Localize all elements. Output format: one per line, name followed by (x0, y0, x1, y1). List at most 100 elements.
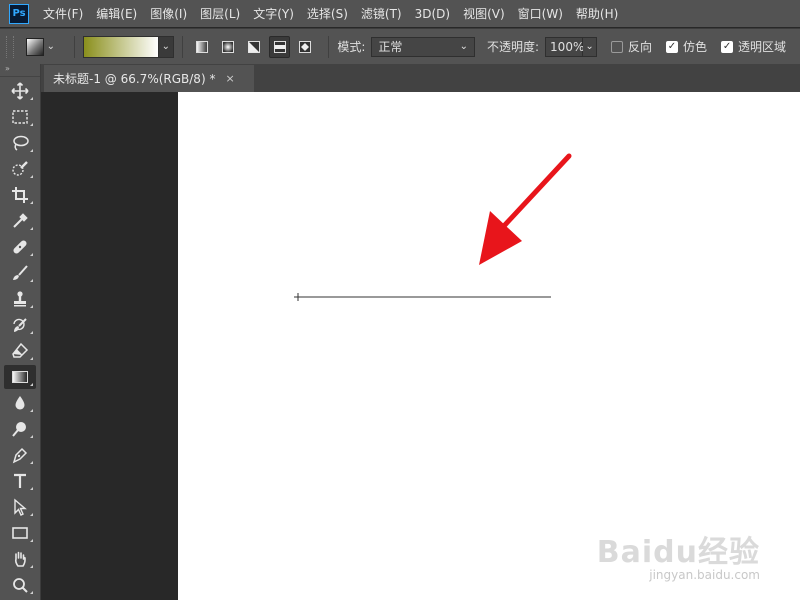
menu-edit[interactable]: 编辑(E) (96, 5, 137, 22)
rectangle-tool-icon (12, 527, 28, 539)
gradient-preview-bar[interactable] (82, 35, 159, 58)
history-brush-tool-icon (13, 318, 27, 332)
move-tool[interactable] (4, 79, 36, 103)
gradient-editor[interactable]: ⌄ (82, 35, 174, 58)
eyedropper-tool[interactable] (4, 209, 36, 233)
pen-tool[interactable] (4, 443, 36, 467)
brush-tool-icon (13, 265, 28, 280)
blend-mode-value: 正常 (378, 40, 403, 54)
tool-preset-picker-icon[interactable] (25, 37, 44, 56)
document-canvas[interactable]: Baidu经验 jingyan.baidu.com (178, 92, 800, 600)
radial-gradient-button[interactable] (217, 36, 239, 58)
blend-mode-select[interactable]: 正常 ⌄ (371, 36, 475, 57)
gradient-tool[interactable] (4, 365, 36, 389)
linear-gradient-button[interactable] (191, 36, 213, 58)
reflected-gradient-button[interactable] (268, 35, 291, 58)
clone-stamp-tool-icon (14, 291, 26, 307)
opacity-value: 100% (550, 39, 585, 54)
healing-brush-tool[interactable] (4, 235, 36, 259)
dither-checkbox[interactable]: ✓ (666, 40, 678, 53)
opacity-chevron-down-icon[interactable]: ⌄ (583, 36, 597, 57)
options-bar-grip[interactable] (6, 35, 14, 58)
menu-3d[interactable]: 3D(D) (415, 7, 450, 21)
pen-tool-icon (12, 447, 28, 464)
diamond-gradient-button[interactable] (294, 36, 316, 58)
menu-window[interactable]: 窗口(W) (518, 5, 563, 22)
transparency-label: 透明区域 (738, 40, 787, 54)
divider (181, 35, 183, 58)
healing-brush-tool-icon (13, 240, 27, 254)
lasso-tool-icon (13, 135, 29, 151)
crop-tool[interactable] (4, 183, 36, 207)
opacity-input[interactable]: 100% (545, 36, 585, 57)
blur-tool[interactable] (4, 391, 36, 415)
quick-select-tool-icon (12, 161, 28, 176)
eyedropper-tool-icon (13, 213, 28, 228)
document-tab-strip: 未标题-1 @ 66.7%(RGB/8) * × (41, 64, 800, 92)
photoshop-logo[interactable]: Ps (9, 3, 29, 24)
path-select-tool-icon (14, 498, 27, 516)
menu-layer[interactable]: 图层(L) (200, 5, 240, 22)
menu-image[interactable]: 图像(I) (150, 5, 187, 22)
dither-option[interactable]: ✓ 仿色 (666, 38, 707, 55)
menu-help[interactable]: 帮助(H) (576, 5, 618, 22)
transparency-checkbox[interactable]: ✓ (721, 40, 734, 53)
menu-filter[interactable]: 滤镜(T) (361, 5, 402, 22)
eraser-tool[interactable] (4, 339, 36, 363)
dodge-tool[interactable] (4, 417, 36, 441)
angle-gradient-icon (247, 40, 260, 53)
path-select-tool[interactable] (4, 495, 36, 519)
clone-stamp-tool[interactable] (4, 287, 36, 311)
type-tool-icon (14, 473, 26, 488)
lasso-tool[interactable] (4, 131, 36, 155)
dither-label: 仿色 (683, 40, 708, 54)
tool-preset-chevron-icon[interactable]: ⌄ (44, 41, 58, 52)
blur-tool-icon (15, 396, 25, 410)
crop-tool-icon (12, 187, 28, 203)
marquee-tool-icon (12, 110, 28, 124)
watermark-url: jingyan.baidu.com (649, 568, 760, 582)
eraser-tool-icon (12, 342, 29, 358)
menu-type[interactable]: 文字(Y) (253, 5, 294, 22)
reverse-checkbox[interactable] (610, 40, 623, 53)
brush-tool[interactable] (4, 261, 36, 285)
red-arrow-annotation-icon (479, 153, 572, 265)
document-tab-title: 未标题-1 @ 66.7%(RGB/8) * (53, 72, 216, 86)
hand-tool-icon (14, 551, 26, 567)
tools-panel-collapse[interactable]: » (0, 64, 40, 77)
document-tab[interactable]: 未标题-1 @ 66.7%(RGB/8) * × (44, 65, 254, 92)
opacity-label: 不透明度: (487, 40, 540, 54)
marquee-tool[interactable] (4, 105, 36, 129)
menu-view[interactable]: 视图(V) (463, 5, 505, 22)
hand-tool[interactable] (4, 547, 36, 571)
divider (73, 35, 75, 58)
mode-label: 模式: (337, 40, 366, 54)
diamond-gradient-icon (299, 40, 312, 53)
gradient-tool-icon (12, 371, 28, 383)
watermark-logo: Baidu经验 (596, 535, 760, 570)
angle-gradient-button[interactable] (243, 36, 265, 58)
close-icon[interactable]: × (225, 72, 234, 85)
radial-gradient-icon (221, 40, 234, 53)
quick-select-tool[interactable] (4, 157, 36, 181)
baidu-jingyan-watermark: Baidu经验 jingyan.baidu.com (596, 535, 760, 583)
history-brush-tool[interactable] (4, 313, 36, 337)
linear-gradient-icon (195, 40, 208, 53)
canvas-overlay (294, 153, 572, 301)
rectangle-tool[interactable] (4, 521, 36, 545)
move-tool-icon (11, 82, 29, 100)
reflected-gradient-icon (273, 40, 286, 53)
zoom-tool[interactable] (4, 573, 36, 597)
dodge-tool-icon (12, 422, 26, 437)
transparency-option[interactable]: ✓ 透明区域 (721, 38, 786, 55)
menu-file[interactable]: 文件(F) (43, 5, 83, 22)
gradient-chevron-down-icon[interactable]: ⌄ (158, 35, 174, 58)
chevron-down-icon: ⌄ (459, 41, 468, 52)
menu-select[interactable]: 选择(S) (307, 5, 348, 22)
type-tool[interactable] (4, 469, 36, 493)
divider (328, 35, 330, 58)
reverse-label: 反向 (627, 40, 652, 54)
reverse-option[interactable]: 反向 (610, 38, 652, 55)
zoom-tool-icon (13, 578, 28, 593)
menu-bar: Ps 文件(F) 编辑(E) 图像(I) 图层(L) 文字(Y) 选择(S) 滤… (0, 0, 800, 27)
